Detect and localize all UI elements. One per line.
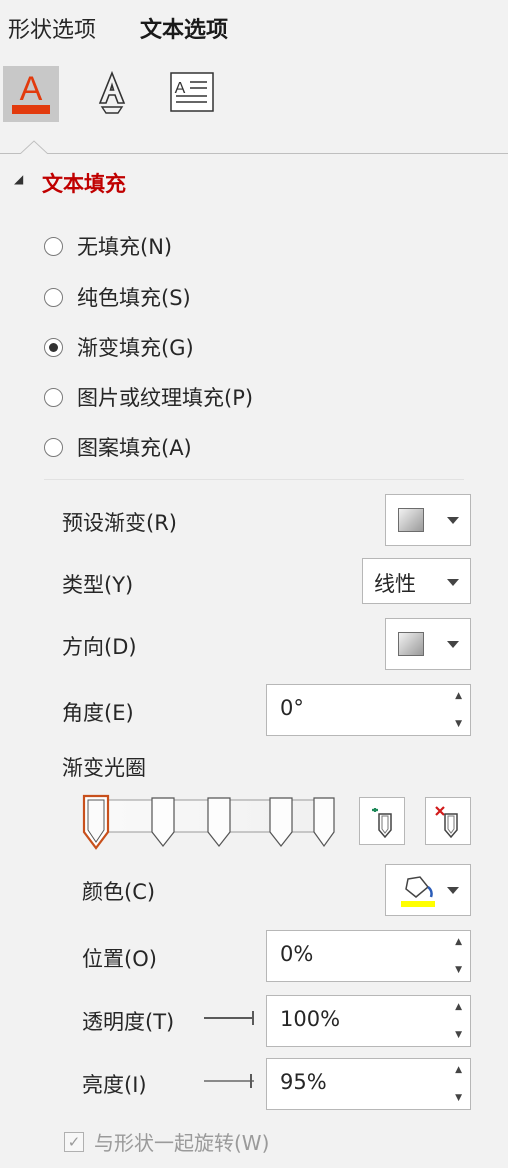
gradient-stops-bar[interactable] xyxy=(78,794,340,854)
spin-down-icon[interactable]: ▼ xyxy=(455,1030,462,1040)
remove-gradient-stop-icon xyxy=(435,806,458,838)
transparency-label: 透明度(T) xyxy=(82,1010,175,1034)
checkbox-check-icon[interactable]: ✓ xyxy=(64,1131,84,1152)
transparency-spinner[interactable]: ▲ ▼ xyxy=(455,1002,462,1040)
preset-gradient-dropdown[interactable] xyxy=(385,494,471,546)
spin-down-icon[interactable]: ▼ xyxy=(455,965,462,975)
gradient-stop-selected[interactable] xyxy=(82,794,110,850)
stop-position-label: 位置(O) xyxy=(82,947,157,971)
options-divider xyxy=(44,479,464,480)
chevron-down-icon xyxy=(447,579,459,586)
transparency-slider[interactable] xyxy=(204,1008,256,1028)
radio-picture-texture-fill[interactable]: 图片或纹理填充(P) xyxy=(44,382,253,412)
spin-up-icon[interactable]: ▲ xyxy=(455,937,462,947)
text-box-button[interactable]: A xyxy=(164,66,220,122)
gradient-angle-label: 角度(E) xyxy=(62,701,134,725)
chevron-down-icon xyxy=(446,516,459,524)
add-gradient-stop-icon xyxy=(372,808,392,838)
add-gradient-stop-button[interactable] xyxy=(359,797,405,845)
spin-up-icon[interactable]: ▲ xyxy=(455,1002,462,1012)
gradient-angle-input[interactable]: 0° ▲ ▼ xyxy=(266,684,471,736)
gradient-direction-dropdown[interactable] xyxy=(385,618,471,670)
chevron-down-icon xyxy=(446,640,459,648)
brightness-slider[interactable] xyxy=(204,1071,256,1091)
gradient-stop xyxy=(313,797,335,848)
gradient-stop xyxy=(207,797,231,847)
spin-up-icon[interactable]: ▲ xyxy=(455,691,462,701)
preset-gradient-label: 预设渐变(R) xyxy=(62,511,177,535)
transparency-value: 100% xyxy=(280,1007,341,1031)
radio-label: 无填充(N) xyxy=(77,235,173,259)
spin-down-icon[interactable]: ▼ xyxy=(455,719,462,729)
paint-bucket-icon xyxy=(401,876,435,907)
text-box-icon: A xyxy=(169,71,215,117)
radio-pattern-fill[interactable]: 图案填充(A) xyxy=(44,432,192,462)
text-fill-outline-button[interactable]: A xyxy=(3,66,59,122)
gradient-stop xyxy=(269,797,293,847)
slider-track xyxy=(204,1080,254,1082)
radio-gradient-fill[interactable]: 渐变填充(G) xyxy=(44,332,194,362)
spin-up-icon[interactable]: ▲ xyxy=(455,1065,462,1075)
angle-spinner[interactable]: ▲ ▼ xyxy=(455,691,462,729)
brightness-value: 95% xyxy=(280,1070,327,1094)
stop-position-input[interactable]: 0% ▲ ▼ xyxy=(266,930,471,982)
radio-button-checked[interactable] xyxy=(44,337,63,357)
gradient-type-select[interactable]: 线性 xyxy=(362,558,471,604)
radio-button[interactable] xyxy=(44,287,63,307)
brightness-spinner[interactable]: ▲ ▼ xyxy=(455,1065,462,1103)
gradient-stops-label: 渐变光圈 xyxy=(62,756,146,780)
brightness-input[interactable]: 95% ▲ ▼ xyxy=(266,1058,471,1110)
radio-button[interactable] xyxy=(44,236,63,256)
gradient-direction-label: 方向(D) xyxy=(62,635,137,659)
selection-notch xyxy=(20,140,48,156)
section-title-text-fill[interactable]: 文本填充 xyxy=(42,168,126,198)
svg-text:A: A xyxy=(20,70,43,108)
stop-color-label: 颜色(C) xyxy=(82,880,156,904)
chevron-down-icon xyxy=(447,887,459,894)
rotate-with-shape-label: 与形状一起旋转(W) xyxy=(94,1131,270,1155)
text-effects-button[interactable] xyxy=(84,66,140,122)
spin-down-icon[interactable]: ▼ xyxy=(455,1093,462,1103)
stop-position-value: 0% xyxy=(280,942,314,966)
transparency-input[interactable]: 100% ▲ ▼ xyxy=(266,995,471,1047)
radio-no-fill[interactable]: 无填充(N) xyxy=(44,231,172,261)
brightness-label: 亮度(I) xyxy=(82,1073,147,1097)
radio-label: 纯色填充(S) xyxy=(77,286,191,310)
toolbar-divider xyxy=(0,153,508,154)
gradient-direction-sample-icon xyxy=(397,632,424,656)
gradient-type-value: 线性 xyxy=(374,572,416,596)
gradient-sample-icon xyxy=(397,508,424,532)
slider-thumb[interactable] xyxy=(250,1074,252,1088)
radio-solid-fill[interactable]: 纯色填充(S) xyxy=(44,282,191,312)
tab-shape-options[interactable]: 形状选项 xyxy=(8,12,96,44)
rotate-with-shape-checkbox[interactable]: ✓ 与形状一起旋转(W) xyxy=(64,1127,269,1156)
tab-text-options[interactable]: 文本选项 xyxy=(140,12,228,44)
slider-thumb[interactable] xyxy=(252,1011,254,1025)
gradient-type-label: 类型(Y) xyxy=(62,573,134,597)
svg-text:A: A xyxy=(175,80,186,97)
text-fill-outline-icon: A xyxy=(6,67,56,121)
text-effects-icon xyxy=(90,67,134,121)
radio-button[interactable] xyxy=(44,437,63,457)
gradient-angle-value: 0° xyxy=(280,696,304,720)
collapse-triangle-icon[interactable]: ◢ xyxy=(14,172,23,186)
remove-gradient-stop-button[interactable] xyxy=(425,797,471,845)
radio-button[interactable] xyxy=(44,387,63,407)
stop-color-dropdown[interactable] xyxy=(385,864,471,916)
radio-label: 图片或纹理填充(P) xyxy=(77,386,254,410)
slider-track xyxy=(204,1017,254,1019)
position-spinner[interactable]: ▲ ▼ xyxy=(455,937,462,975)
gradient-stop xyxy=(151,797,175,847)
radio-label: 渐变填充(G) xyxy=(77,336,194,360)
radio-label: 图案填充(A) xyxy=(77,436,192,460)
